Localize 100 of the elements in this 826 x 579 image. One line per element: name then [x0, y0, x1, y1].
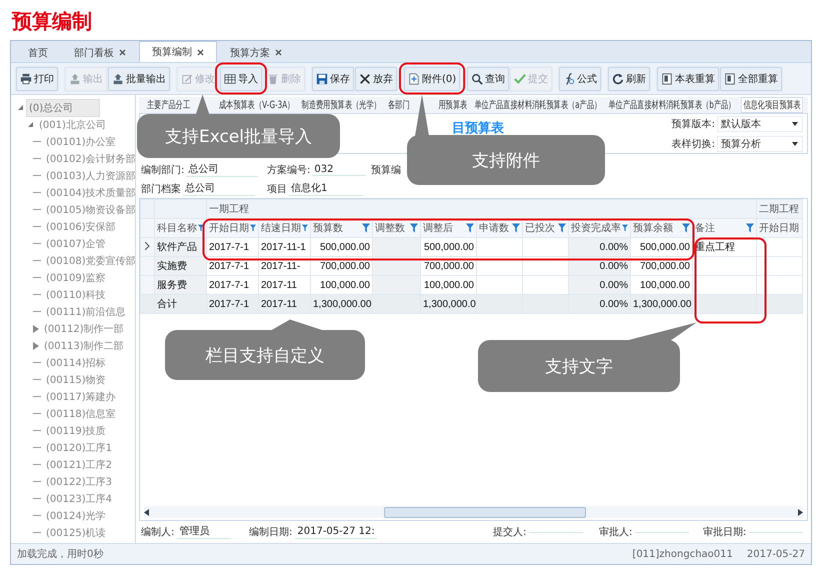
tab[interactable]: 部门看板 — [61, 42, 139, 62]
cross-icon — [359, 72, 371, 84]
tree-item[interactable]: (00113)制作二部 — [41, 336, 127, 354]
tree-item[interactable]: (00119)技质 — [43, 422, 109, 440]
select-field[interactable]: 预算分析 — [717, 136, 803, 152]
table-cell: 0.00% — [600, 280, 628, 290]
table-cell: 2017-7-1 — [209, 280, 250, 290]
tree-item[interactable]: (00118)信息室 — [43, 404, 119, 422]
filter-icon[interactable] — [466, 223, 474, 233]
checkmark-icon — [514, 72, 526, 84]
column-group-header: 二期工程 — [759, 204, 799, 215]
filter-icon[interactable] — [746, 223, 754, 233]
scroll-right-icon[interactable] — [798, 508, 803, 516]
table-cell: 2017-11-1 — [258, 238, 310, 256]
sheet-tab[interactable]: 用预算表 — [436, 98, 469, 112]
tree-item[interactable]: (00125)机读 — [43, 524, 109, 542]
filter-icon[interactable] — [622, 223, 628, 233]
filter-icon[interactable] — [512, 223, 520, 233]
horizontal-scrollbar[interactable] — [144, 506, 803, 518]
tree-item[interactable]: (00117)筹建办 — [43, 388, 119, 406]
highlight-frame — [215, 62, 267, 94]
table-cell: 700,000.00 — [640, 260, 690, 272]
toolbar-button[interactable]: 全部重算 — [720, 66, 782, 90]
field-label: 方案编号: — [267, 164, 310, 176]
column-group-header: 一期工程 — [209, 204, 249, 215]
caret-right-icon[interactable] — [33, 342, 39, 350]
toolbar-button[interactable]: 导入 — [220, 66, 262, 90]
document-icon — [661, 72, 674, 84]
tree-item[interactable]: (00105)物资设备部 — [43, 200, 135, 218]
field-label: 编制日期: — [249, 526, 292, 539]
tab[interactable]: 预算方案 — [217, 42, 295, 62]
tree-item[interactable]: (00121)工序2 — [43, 456, 115, 474]
text-field[interactable]: 信息化1 — [289, 181, 363, 196]
toolbar-button[interactable]: 保存 — [312, 66, 354, 90]
tree-item[interactable]: (00104)技术质量部 — [43, 184, 135, 202]
tab[interactable]: 预算编制 — [139, 41, 217, 62]
tree-item[interactable]: (00111)前沿信息 — [43, 302, 129, 320]
field-label: 预算编 — [371, 164, 401, 176]
text-field[interactable]: 总公司 — [186, 162, 258, 177]
filter-icon[interactable] — [682, 223, 690, 233]
filter-icon[interactable] — [302, 223, 308, 233]
close-icon[interactable] — [119, 49, 126, 56]
table-cell: 合计 — [157, 299, 177, 310]
table-cell: 2017-11 — [261, 298, 297, 310]
tree-item[interactable]: (00124)光学 — [43, 506, 109, 524]
field-label: 审批日期: — [703, 526, 746, 539]
toolbar-button[interactable]: 本表重算 — [657, 66, 720, 90]
table-cell: 0.00% — [600, 260, 628, 272]
filter-icon[interactable] — [250, 223, 256, 233]
tree-item[interactable]: (00108)党委宣传部 — [43, 252, 135, 270]
tab[interactable]: 首页 — [15, 42, 61, 62]
toolbar-button[interactable]: 打印 — [16, 66, 58, 90]
sheet-tab[interactable]: 成本预算表（V-G-3A） — [217, 98, 296, 112]
tree-item[interactable]: (00101)办公室 — [43, 132, 119, 150]
toolbar-button[interactable]: 公式 — [559, 66, 602, 90]
printer-icon — [20, 72, 32, 84]
tree-item[interactable]: (00122)工序3 — [43, 472, 115, 490]
caret-down-icon[interactable] — [27, 121, 34, 128]
text-field[interactable]: 2017-05-27 12: — [295, 525, 377, 539]
text-field[interactable]: 管理员 — [177, 525, 232, 539]
toolbar-button[interactable]: 放弃 — [355, 66, 397, 90]
tree-item[interactable]: (00103)人力资源部 — [43, 166, 135, 184]
toolbar-button[interactable]: 批量输出 — [108, 66, 170, 90]
tree-item[interactable]: (00112)制作一部 — [41, 320, 127, 338]
tree-item[interactable]: (00106)安保部 — [43, 218, 119, 236]
filter-icon[interactable] — [362, 223, 370, 233]
table-cell: 700,000.00 — [424, 260, 474, 272]
tree-item[interactable]: (00123)工序4 — [43, 490, 115, 508]
toolbar-button[interactable]: 刷新 — [608, 66, 650, 90]
row-header[interactable] — [140, 238, 154, 256]
filter-icon[interactable] — [198, 223, 204, 233]
tree-item[interactable]: (00109)监察 — [43, 268, 109, 286]
table-cell: 2017-7-1 — [209, 260, 250, 272]
tree-item[interactable]: (0)总公司 — [26, 98, 100, 116]
caret-down-icon[interactable] — [17, 104, 24, 111]
filter-icon[interactable] — [558, 223, 566, 233]
tree-item[interactable]: (00120)工序1 — [43, 438, 115, 456]
tree-item[interactable]: (00115)物资 — [43, 370, 109, 388]
sheet-tab[interactable]: 单位产品直接材料消耗预算表（b产品） — [606, 98, 737, 112]
text-field[interactable]: 032 — [312, 164, 366, 176]
toolbar-button[interactable]: 查询 — [467, 66, 510, 90]
tree-item[interactable]: (00107)企管 — [43, 234, 109, 252]
tree-item[interactable]: (00114)招标 — [43, 354, 109, 372]
table-cell: 实施费 — [157, 261, 187, 272]
sheet-tab[interactable]: 主要产品分工 — [145, 98, 192, 112]
tree-item[interactable]: (001)北京公司 — [36, 116, 109, 134]
caret-right-icon[interactable] — [33, 324, 39, 332]
sheet-tab[interactable]: 单位产品直接材料消耗预算表（a产品） — [472, 98, 603, 112]
filter-icon[interactable] — [410, 223, 418, 233]
scroll-left-icon[interactable] — [144, 508, 149, 516]
toolbar-button[interactable]: 附件(0) — [404, 66, 460, 90]
tree-item[interactable]: (00110)科技 — [43, 286, 109, 304]
tree-item[interactable]: (00102)会计财务部 — [43, 150, 135, 168]
text-field[interactable]: 总公司 — [183, 181, 255, 196]
select-field[interactable]: 默认版本 — [717, 116, 803, 132]
close-icon[interactable] — [197, 48, 204, 56]
sheet-tab[interactable]: 各部门 — [386, 98, 412, 112]
sheet-tab[interactable]: 信息化项目预算表 — [741, 97, 804, 113]
close-icon[interactable] — [275, 49, 282, 56]
sheet-tab[interactable]: 制造费用预算表（光学） — [300, 98, 382, 112]
